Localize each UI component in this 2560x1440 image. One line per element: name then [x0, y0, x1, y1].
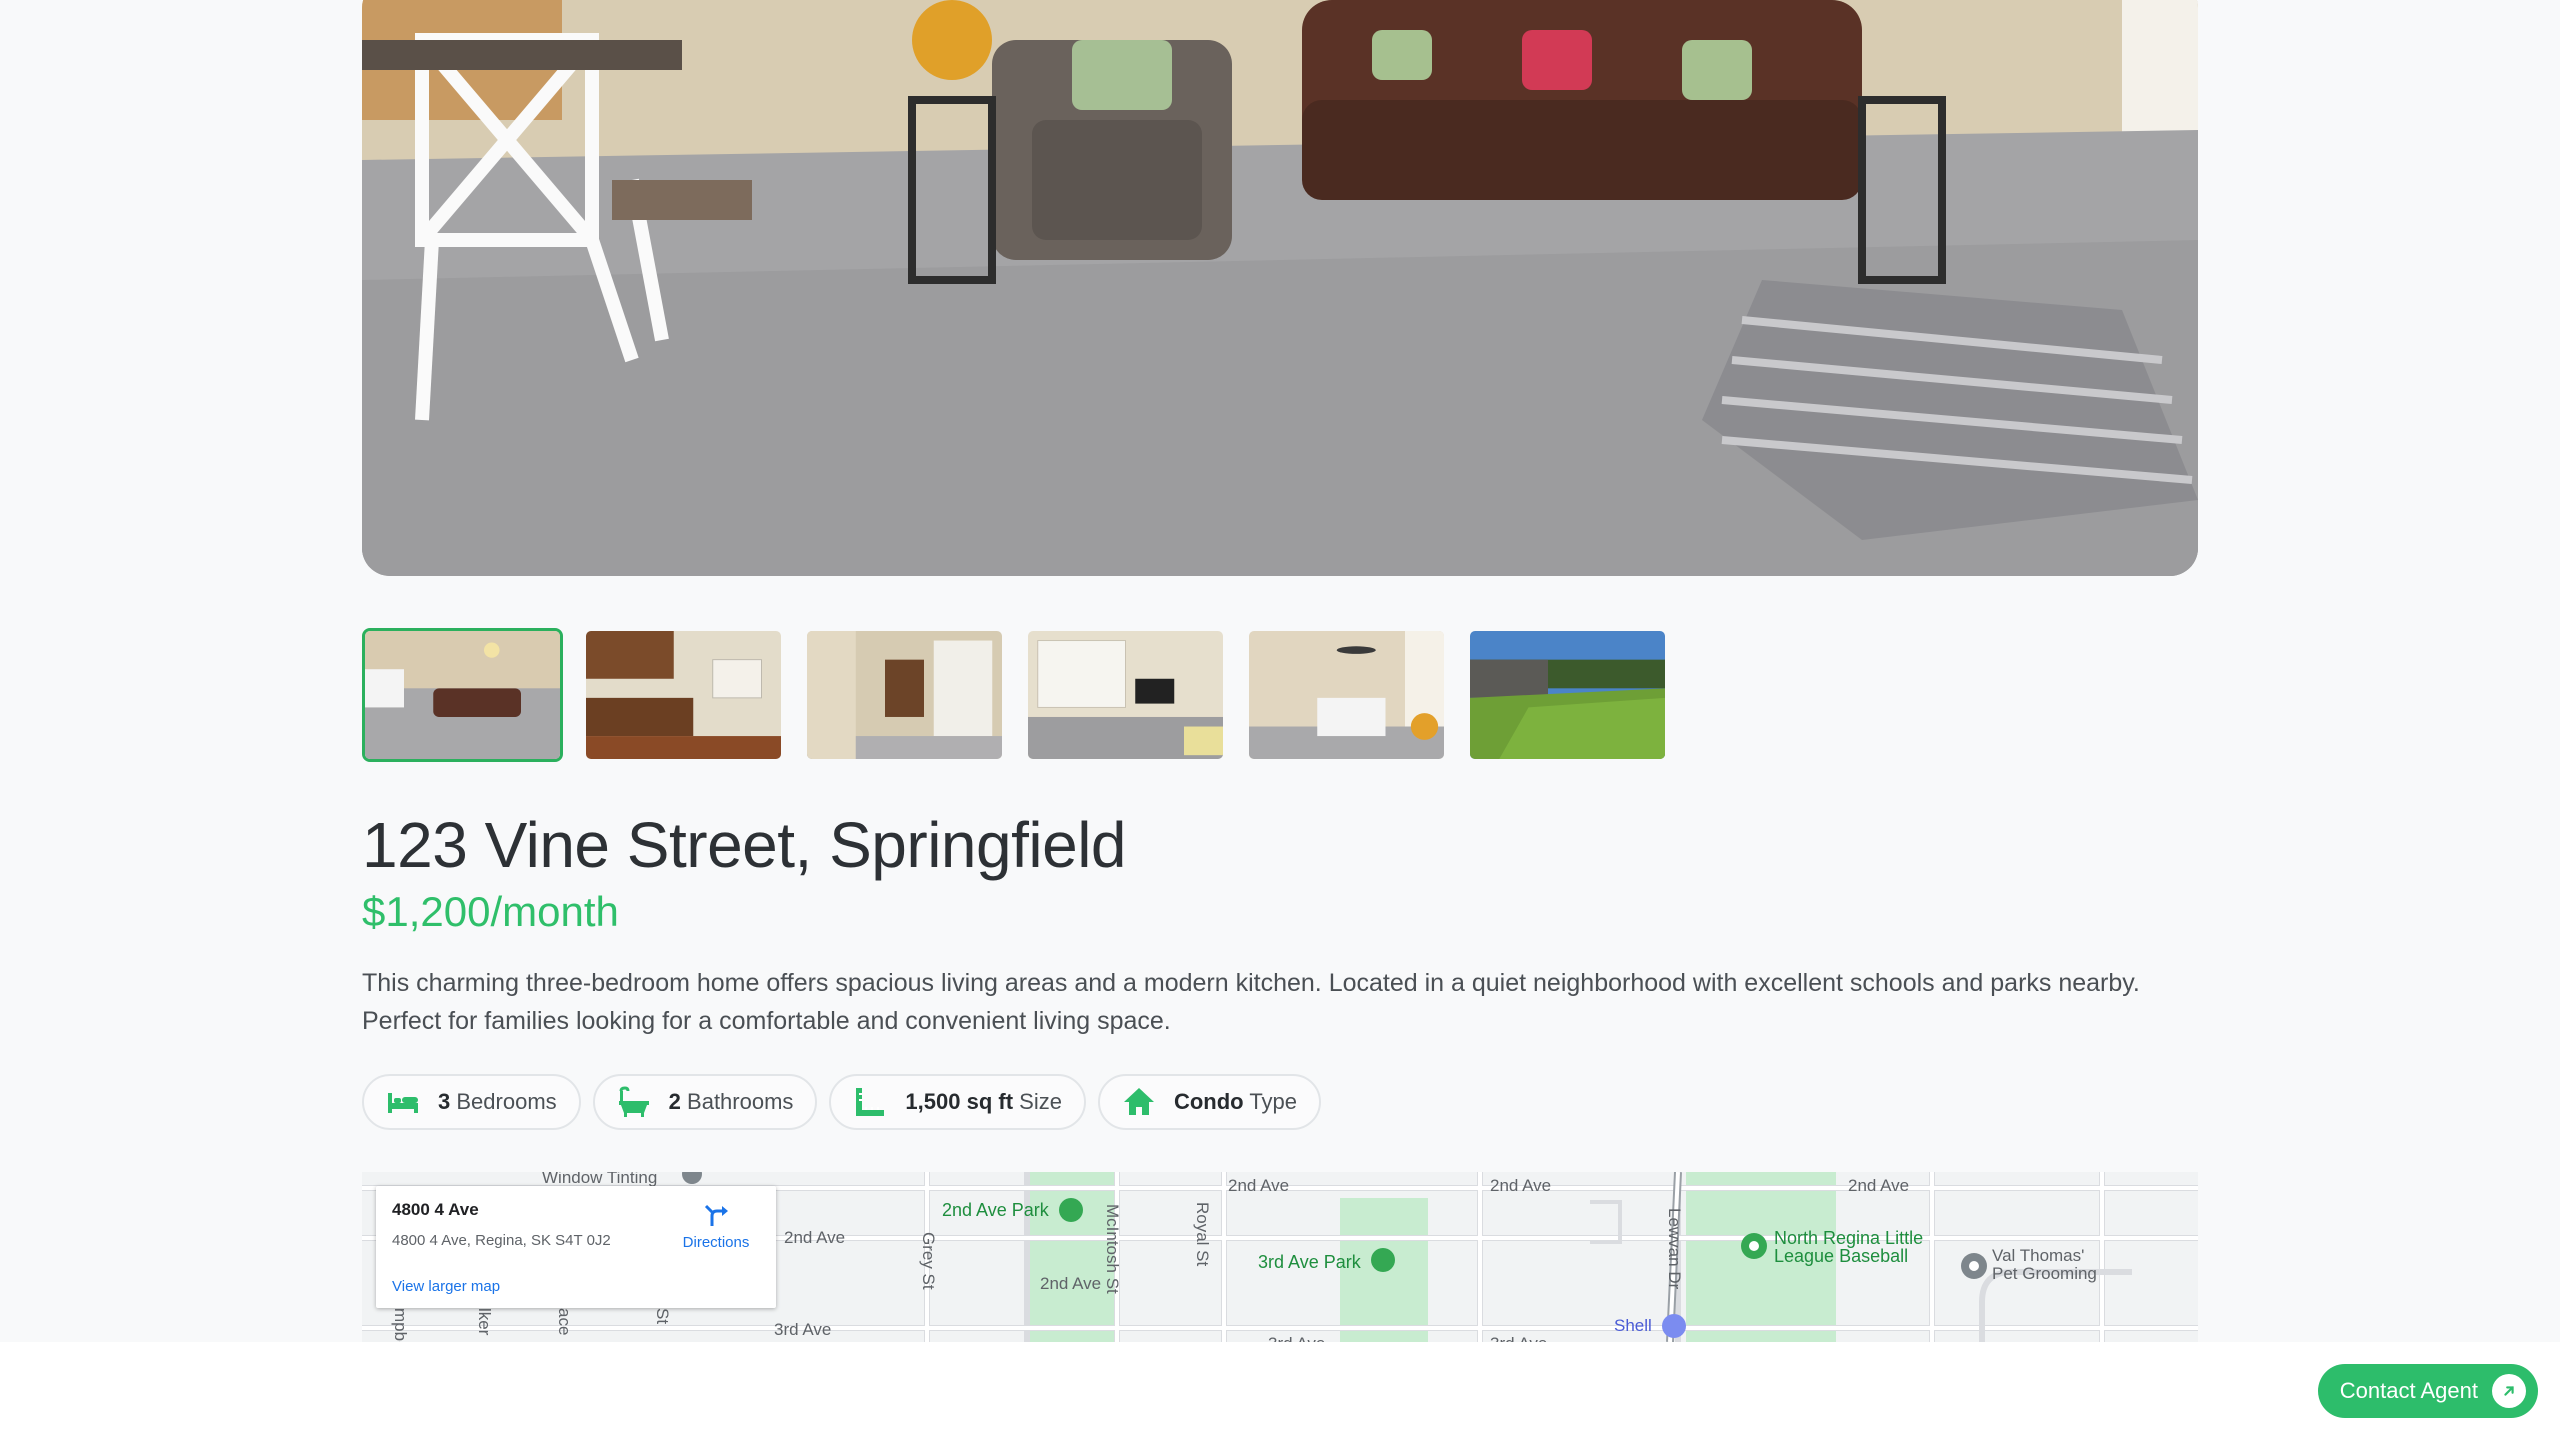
directions-icon	[704, 1204, 728, 1226]
thumbnail-backyard-lawn[interactable]	[1467, 628, 1668, 762]
bed-icon	[388, 1093, 418, 1113]
thumbnail-strip	[362, 628, 1668, 762]
map-label-2nd-ave-b: 2nd Ave	[1040, 1274, 1102, 1293]
map-label-royal-st: Royal St	[1193, 1202, 1212, 1267]
map-label-3rd-ave-b: 3rd Ave	[1268, 1334, 1325, 1342]
feature-size: 1,500 sq ft Size	[829, 1074, 1086, 1130]
feature-bedrooms: 3 Bedrooms	[362, 1074, 581, 1130]
thumbnail-dining-area[interactable]	[1246, 628, 1447, 762]
map-label-2nd-ave-a: 2nd Ave	[784, 1228, 846, 1247]
map-label-val-thomas-1: Val Thomas'	[1992, 1246, 2085, 1265]
map-label-2nd-ave-c: 2nd Ave	[1228, 1176, 1290, 1195]
map-label-shell: Shell	[1614, 1316, 1652, 1335]
map-label-2nd-ave-e: 2nd Ave	[1848, 1176, 1910, 1195]
thumbnail-living-room[interactable]	[362, 628, 563, 762]
listing-description: This charming three-bedroom home offers …	[362, 969, 2140, 1035]
feature-size-value: 1,500 sq ft	[905, 1089, 1014, 1114]
listing-price: $1,200/month	[362, 888, 619, 935]
map-label-mcintosh-st: McIntosh St	[1103, 1204, 1122, 1294]
feature-bathrooms-label: Bathrooms	[687, 1089, 794, 1114]
view-larger-map-link[interactable]: View larger map	[392, 1278, 500, 1295]
feature-size-label: Size	[1019, 1089, 1062, 1114]
contact-agent-button[interactable]: Contact Agent	[2317, 1364, 2538, 1418]
bathtub-icon	[618, 1086, 649, 1117]
feature-bathrooms: 2 Bathrooms	[592, 1074, 818, 1130]
map-label-3rd-ave-park: 3rd Ave Park	[1258, 1252, 1361, 1272]
feature-list: 3 Bedrooms 2 Bathrooms 1,500 sq ft Size …	[362, 1074, 1322, 1130]
map-label-north-regina-2: League Baseball	[1774, 1246, 1909, 1266]
listing-title: 123 Vine Street, Springfield	[362, 809, 1127, 881]
contact-agent-label: Contact Agent	[2339, 1378, 2478, 1403]
ruler-icon	[856, 1088, 885, 1116]
arrow-up-right-icon	[2492, 1374, 2526, 1408]
map-label-lewvan-dr: Lewvan Dr	[1665, 1208, 1684, 1290]
map-label-grey-st: Grey St	[919, 1232, 938, 1290]
feature-bathrooms-value: 2	[668, 1089, 681, 1114]
bottom-action-bar: Contact Agent	[0, 1342, 2560, 1440]
map-label-street-c: ace	[555, 1308, 574, 1336]
map-label-street-a: mpbe	[391, 1308, 410, 1342]
listing-page: 123 Vine Street, Springfield $1,200/mont…	[0, 0, 2560, 1440]
map-label-2nd-ave-park: 2nd Ave Park	[942, 1200, 1049, 1220]
hero-photo[interactable]	[362, 0, 2198, 576]
feature-type-value: Condo	[1173, 1089, 1244, 1114]
living-room-photo	[362, 0, 2198, 576]
feature-bedrooms-value: 3	[438, 1089, 451, 1114]
map-label-3rd-ave-c: 3rd Ave	[1490, 1334, 1547, 1342]
feature-type: Condo Type	[1097, 1074, 1322, 1130]
map-label-val-thomas-2: Pet Grooming	[1992, 1264, 2097, 1283]
map-info-card: 4800 4 Ave 4800 4 Ave, Regina, SK S4T 0J…	[376, 1186, 776, 1308]
feature-bedrooms-label: Bedrooms	[456, 1089, 557, 1114]
map-label-street-b: lker	[475, 1308, 494, 1336]
location-map[interactable]: Window Tinting 2nd Ave 2nd Ave 2nd Ave 2…	[362, 1172, 2198, 1342]
map-card-title: 4800 4 Ave	[392, 1200, 479, 1219]
house-icon	[1123, 1088, 1154, 1115]
map-card-address: 4800 4 Ave, Regina, SK S4T 0J2	[392, 1232, 611, 1249]
feature-type-label: Type	[1249, 1089, 1298, 1114]
map-label-street-d: St	[653, 1308, 672, 1325]
map-label-3rd-ave-a: 3rd Ave	[774, 1320, 832, 1339]
thumbnail-living-room-windows[interactable]	[1025, 628, 1226, 762]
map-label-2nd-ave-d: 2nd Ave	[1490, 1176, 1552, 1195]
thumbnail-kitchen[interactable]	[583, 628, 784, 762]
directions-label: Directions	[682, 1234, 750, 1251]
thumbnail-hallway-kitchen[interactable]	[804, 628, 1005, 762]
directions-button[interactable]: Directions	[676, 1200, 756, 1251]
